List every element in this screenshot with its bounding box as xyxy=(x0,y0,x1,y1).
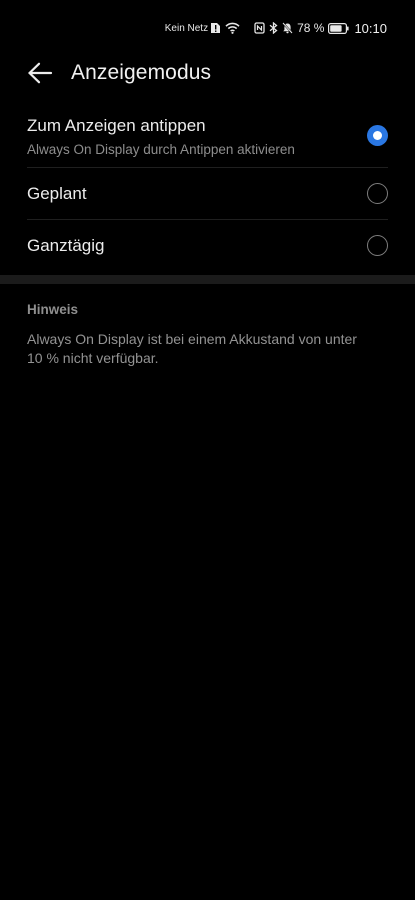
option-all-day[interactable]: Ganztägig xyxy=(27,220,388,272)
bell-off-icon xyxy=(282,22,293,34)
display-mode-options: Zum Anzeigen antippen Always On Display … xyxy=(0,110,415,272)
option-title: Zum Anzeigen antippen xyxy=(27,116,206,135)
nfc-icon xyxy=(254,22,265,34)
option-scheduled[interactable]: Geplant xyxy=(27,168,388,220)
network-status-text: Kein Netz xyxy=(164,22,209,34)
arrow-left-icon xyxy=(28,62,53,84)
radio-scheduled[interactable] xyxy=(367,183,388,204)
section-separator xyxy=(0,275,415,284)
note-text: Always On Display ist bei einem Akkustan… xyxy=(27,331,357,366)
radio-tap-to-show[interactable] xyxy=(367,125,388,146)
bluetooth-icon xyxy=(269,22,278,34)
battery-icon xyxy=(328,22,350,34)
radio-all-day[interactable] xyxy=(367,235,388,256)
option-title: Geplant xyxy=(27,184,87,203)
back-button[interactable] xyxy=(26,60,54,86)
note-label: Hinweis xyxy=(27,302,79,317)
option-tap-to-show[interactable]: Zum Anzeigen antippen Always On Display … xyxy=(27,110,388,168)
wifi-icon xyxy=(225,22,240,34)
app-header: Anzeigemodus xyxy=(0,56,415,90)
status-clock: 10:10 xyxy=(354,20,387,36)
battery-percent: 78 % xyxy=(297,21,325,35)
option-subtitle: Always On Display durch Antippen aktivie… xyxy=(27,142,295,157)
sim-alert-icon xyxy=(211,23,221,33)
page-title: Anzeigemodus xyxy=(71,61,212,84)
status-bar: Kein Netz 78 % 10:10 xyxy=(0,0,415,56)
status-icons: Kein Netz 78 % 10:10 xyxy=(165,18,387,38)
option-title: Ganztägig xyxy=(27,236,105,255)
